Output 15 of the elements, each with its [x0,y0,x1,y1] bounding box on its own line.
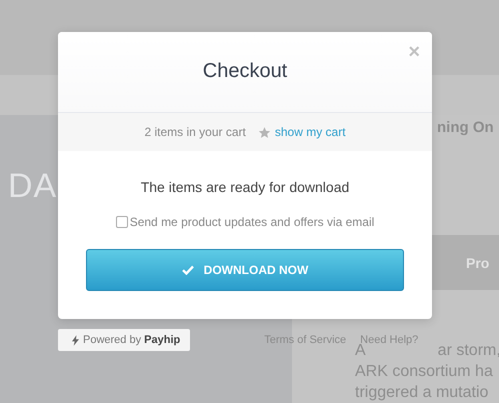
check-icon [182,265,194,275]
dialog-title: Checkout [202,60,288,82]
ready-message: The items are ready for download [140,179,350,195]
show-cart-link[interactable]: show my cart [274,125,346,139]
cart-count: 2 items in your cart [144,125,246,139]
download-button[interactable]: DOWNLOAD NOW [86,249,404,291]
footer-link[interactable]: Need Help? [360,334,418,346]
checkbox[interactable] [116,216,128,228]
powered-by-badge[interactable]: Powered by Payhip [58,329,190,351]
close-button[interactable]: × [408,42,420,62]
powered-by-text: Powered by Payhip [83,334,180,346]
checkbox-label: Send me product updates and offers via email [130,215,374,229]
lightning-icon [72,334,79,346]
star-icon [258,126,271,138]
footer-link[interactable]: Terms of Service [264,334,346,346]
